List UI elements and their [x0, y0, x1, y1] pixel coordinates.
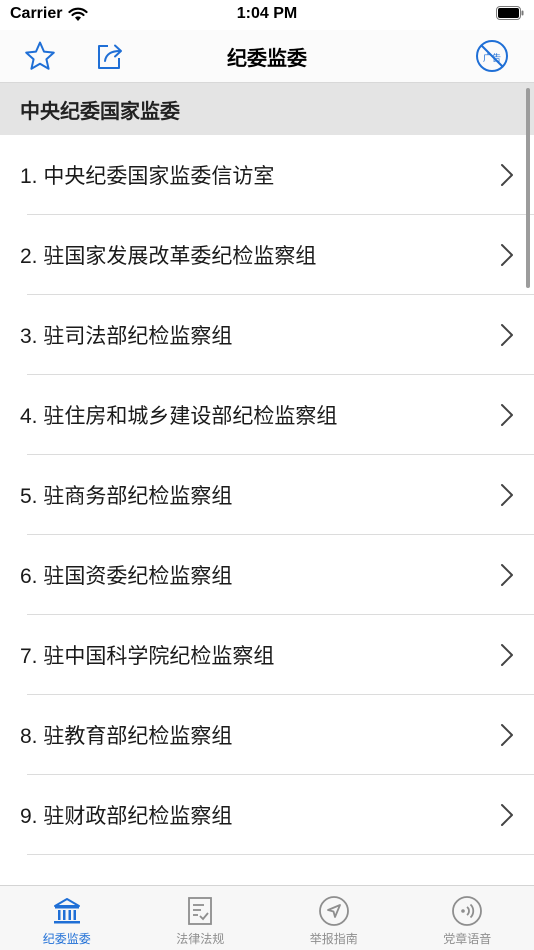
list-item-label: 4. 驻住房和城乡建设部纪检监察组	[20, 405, 338, 428]
chevron-right-icon	[501, 724, 513, 746]
list-item-label: 7. 驻中国科学院纪检监察组	[20, 645, 275, 668]
chevron-right-icon	[501, 164, 513, 186]
navigation-icon	[318, 896, 349, 926]
list-item-label: 1. 中央纪委国家监委信访室	[20, 165, 275, 188]
app-screen: Carrier 1:04 PM 纪委监委 广告 中央纪委国家监委 1. 中央纪委…	[0, 0, 534, 950]
tab-label: 党章语音	[443, 932, 492, 946]
tab-bar: 纪委监委 法律法规 举报指南 党章语音	[0, 885, 534, 950]
no-ads-icon: 广告	[476, 40, 508, 72]
chevron-right-icon	[501, 244, 513, 266]
section-header: 中央纪委国家监委	[0, 83, 534, 135]
page-title: 纪委监委	[227, 48, 307, 70]
list-item[interactable]: 4. 驻住房和城乡建设部纪检监察组	[0, 375, 534, 455]
battery-icon	[496, 6, 524, 20]
list-item[interactable]: 1. 中央纪委国家监委信访室	[0, 135, 534, 215]
tab-label: 法律法规	[176, 932, 225, 946]
chevron-right-icon	[501, 564, 513, 586]
navigation-bar: 纪委监委 广告	[0, 30, 534, 83]
chevron-right-icon	[501, 644, 513, 666]
list-item[interactable]: 2. 驻国家发展改革委纪检监察组	[0, 215, 534, 295]
list-item[interactable]: 7. 驻中国科学院纪检监察组	[0, 615, 534, 695]
list-item[interactable]: 8. 驻教育部纪检监察组	[0, 695, 534, 775]
list-item[interactable]: 3. 驻司法部纪检监察组	[0, 295, 534, 375]
tab-label: 举报指南	[309, 932, 358, 946]
audio-icon	[452, 896, 483, 926]
list-item-label: 8. 驻教育部纪检监察组	[20, 725, 233, 748]
scroll-indicator[interactable]	[526, 88, 530, 288]
chevron-right-icon	[501, 404, 513, 426]
no-ads-icon-text: 广告	[483, 52, 501, 64]
list-item-label: 2. 驻国家发展改革委纪检监察组	[20, 245, 317, 268]
status-bar: Carrier 1:04 PM	[0, 0, 534, 30]
tab-laws-regulations[interactable]: 法律法规	[134, 886, 268, 950]
tab-party-audio[interactable]: 党章语音	[401, 886, 534, 950]
institution-icon	[53, 898, 80, 924]
checklist-icon	[188, 897, 213, 925]
chevron-right-icon	[501, 804, 513, 826]
list-item-label: 5. 驻商务部纪检监察组	[20, 485, 233, 508]
list-item[interactable]: 9. 驻财政部纪检监察组	[0, 775, 534, 855]
remove-ads-button[interactable]: 广告	[474, 38, 510, 74]
list-item-label: 9. 驻财政部纪检监察组	[20, 805, 233, 828]
chevron-right-icon	[501, 484, 513, 506]
tab-discipline-commission[interactable]: 纪委监委	[0, 886, 134, 950]
status-time: 1:04 PM	[236, 5, 298, 22]
list-item-label: 6. 驻国资委纪检监察组	[20, 565, 233, 588]
tab-report-guide[interactable]: 举报指南	[267, 886, 401, 950]
chevron-right-icon	[501, 324, 513, 346]
list-item[interactable]: 5. 驻商务部纪检监察组	[0, 455, 534, 535]
list-item[interactable]: 6. 驻国资委纪检监察组	[0, 535, 534, 615]
tab-label: 纪委监委	[42, 932, 91, 946]
list-item-label: 3. 驻司法部纪检监察组	[20, 325, 233, 348]
content-list[interactable]: 中央纪委国家监委 1. 中央纪委国家监委信访室 2. 驻国家发展改革委纪检监察组 3…	[0, 83, 534, 886]
